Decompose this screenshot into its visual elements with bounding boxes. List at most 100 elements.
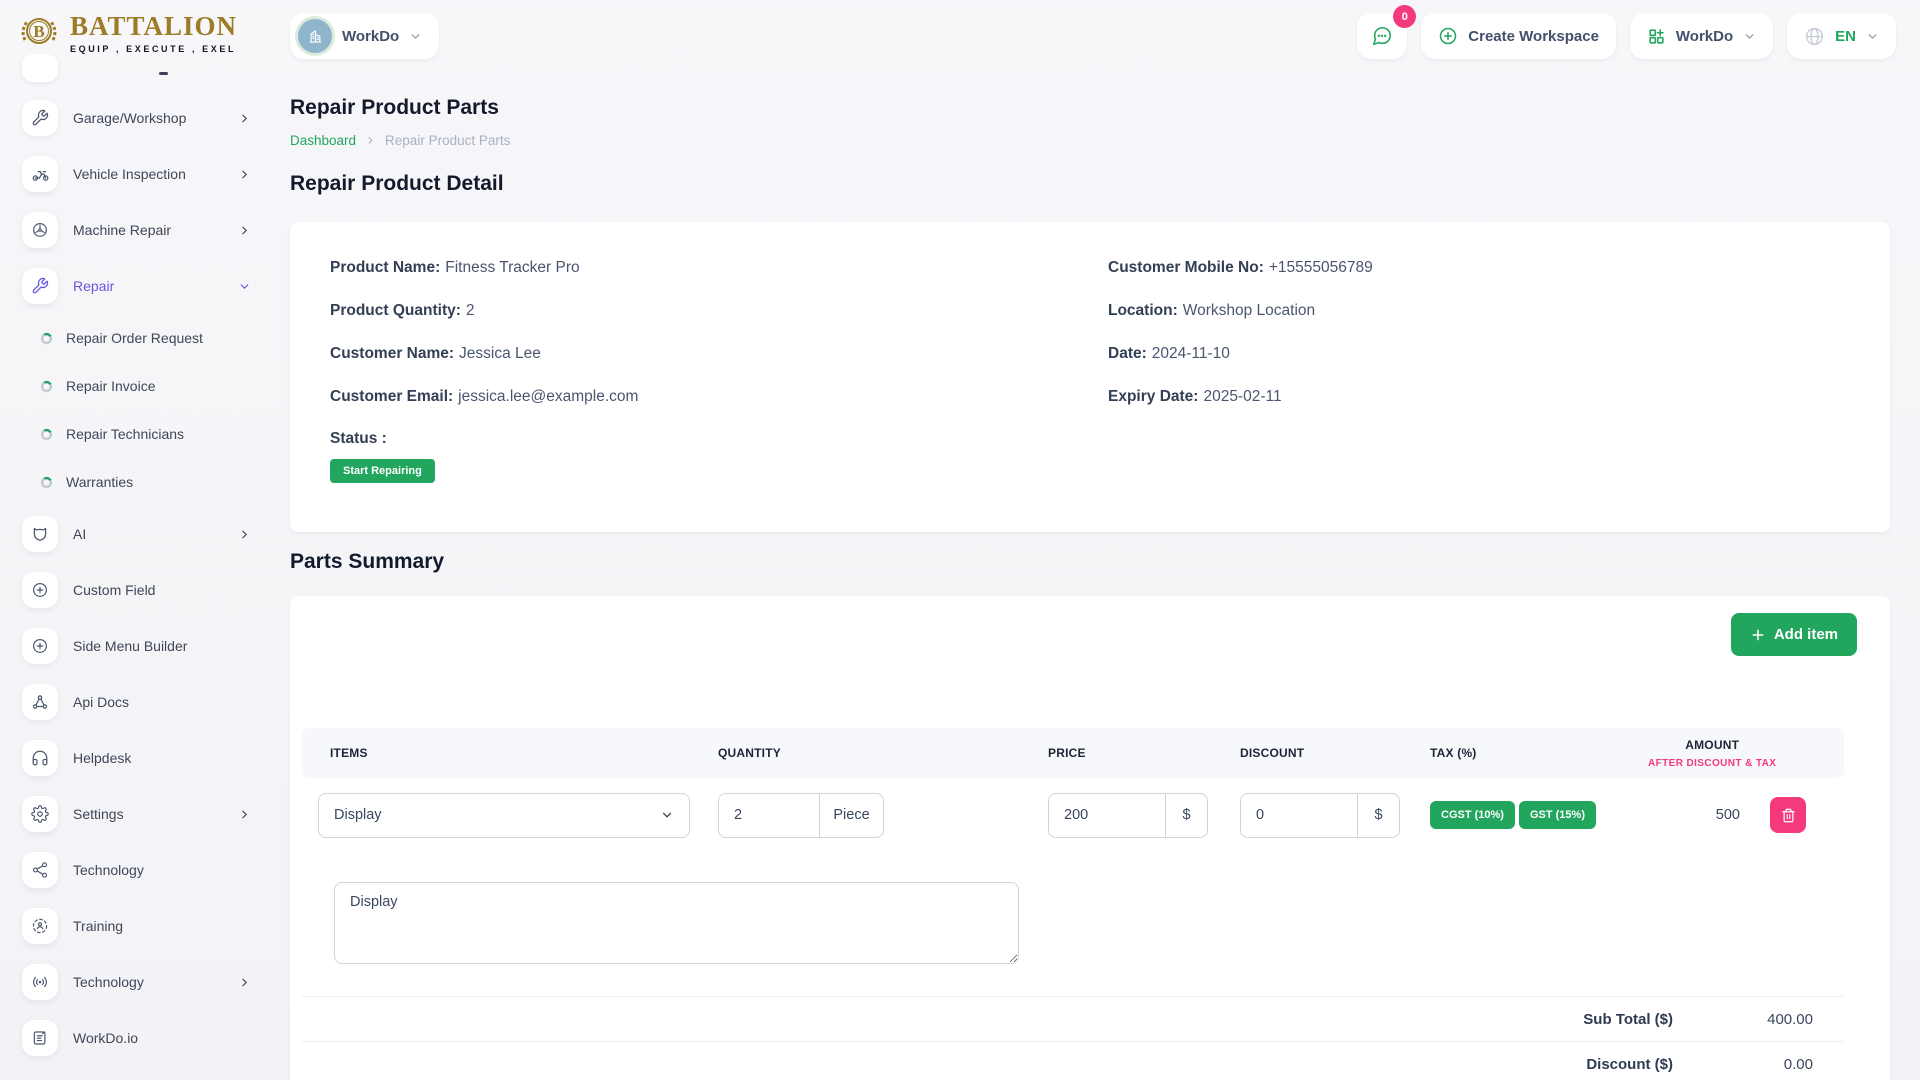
discount-input[interactable] <box>1241 794 1357 837</box>
chevron-down-icon <box>238 280 251 293</box>
repair-product-detail-card: Product Name:Fitness Tracker Pro Product… <box>290 222 1890 532</box>
sidebar-item-machine-repair[interactable]: Machine Repair <box>0 202 273 258</box>
sidebar-item-api-docs[interactable]: Api Docs <box>0 674 273 730</box>
sidebar-item-helpdesk[interactable]: Helpdesk <box>0 730 273 786</box>
chat-icon <box>1371 25 1393 47</box>
globe-icon <box>1804 26 1825 47</box>
status-label: Status : <box>330 430 1108 448</box>
chevron-right-icon <box>238 224 251 237</box>
machine-fan-icon <box>22 212 58 248</box>
sidebar-item-settings[interactable]: Settings <box>0 786 273 842</box>
parts-summary-heading: Parts Summary <box>290 550 444 574</box>
sidebar-item-technology[interactable]: Technology <box>0 842 273 898</box>
breadcrumb-dashboard-link[interactable]: Dashboard <box>290 133 356 148</box>
start-repairing-button[interactable]: Start Repairing <box>330 459 435 483</box>
plus-circle-icon <box>22 628 58 664</box>
sidebar-subitem-warranties[interactable]: Warranties <box>0 458 273 506</box>
parts-table-header: ITEMS QUANTITY PRICE DISCOUNT TAX (%) AM… <box>302 728 1844 778</box>
broadcast-icon <box>22 964 58 1000</box>
workspace-switcher[interactable]: WorkDo <box>290 13 439 59</box>
discount-total-row: Discount ($) 0.00 <box>302 1041 1844 1080</box>
sidebar-item-vehicle-inspection[interactable]: Vehicle Inspection <box>0 146 273 202</box>
sidebar-item-garage-workshop[interactable]: Garage/Workshop <box>0 90 273 146</box>
tax-badge-gst: GST (15%) <box>1519 801 1596 829</box>
sidebar-item-partial[interactable] <box>22 54 58 82</box>
sidebar-item-repair[interactable]: Repair <box>0 258 273 314</box>
sidebar-item-label: Side Menu Builder <box>73 638 251 654</box>
trash-icon <box>1781 808 1796 823</box>
brand-name: BATTALION <box>70 13 237 40</box>
breadcrumb: Dashboard Repair Product Parts <box>290 133 510 148</box>
detail-field: Product Name:Fitness Tracker Pro <box>330 258 1108 278</box>
sidebar-subitem-repair-invoice[interactable]: Repair Invoice <box>0 362 273 410</box>
donut-bullet-icon <box>40 332 53 345</box>
plus-circle-icon <box>1438 26 1458 46</box>
language-code: EN <box>1835 28 1856 45</box>
sidebar-item-label: Api Docs <box>73 694 251 710</box>
sidebar-item-technology-2[interactable]: Technology <box>0 954 273 1010</box>
delete-row-button[interactable] <box>1770 797 1806 833</box>
messages-button[interactable]: 0 <box>1357 13 1407 59</box>
share-nodes-icon <box>22 684 58 720</box>
chevron-down-icon <box>660 808 674 822</box>
create-workspace-button[interactable]: Create Workspace <box>1421 13 1616 59</box>
motorcycle-icon <box>22 156 58 192</box>
add-item-button[interactable]: Add item <box>1731 613 1857 656</box>
sidebar-item-label: Training <box>73 918 251 934</box>
sidebar-item-ai[interactable]: AI <box>0 506 273 562</box>
donut-bullet-icon <box>40 380 53 393</box>
page-title: Repair Product Parts <box>290 96 499 120</box>
detail-field: Customer Email:jessica.lee@example.com <box>330 387 1108 407</box>
sidebar-subitem-repair-order-request[interactable]: Repair Order Request <box>0 314 273 362</box>
headphones-icon <box>22 740 58 776</box>
price-currency: $ <box>1165 794 1207 837</box>
sidebar-item-label: Helpdesk <box>73 750 251 766</box>
person-dashed-circle-icon <box>22 908 58 944</box>
item-select[interactable]: Display <box>318 793 690 838</box>
price-input[interactable] <box>1049 794 1165 837</box>
chevron-down-icon <box>1743 30 1756 43</box>
quantity-group: Piece <box>718 793 884 838</box>
breadcrumb-current: Repair Product Parts <box>385 133 510 148</box>
svg-text:B: B <box>33 22 44 41</box>
price-group: $ <box>1048 793 1208 838</box>
detail-field: Location:Workshop Location <box>1108 301 1850 321</box>
hub-icon <box>22 852 58 888</box>
quantity-input[interactable] <box>719 794 819 837</box>
sidebar-item-label: Technology <box>73 974 238 990</box>
sidebar-subitem-repair-technicians[interactable]: Repair Technicians <box>0 410 273 458</box>
language-selector[interactable]: EN <box>1787 13 1896 59</box>
detail-field: Customer Mobile No:+15555056789 <box>1108 258 1850 278</box>
sidebar-item-label: WorkDo.io <box>73 1030 251 1046</box>
item-description-textarea[interactable]: Display <box>334 882 1019 964</box>
workdo-apps-button[interactable]: WorkDo <box>1630 13 1773 59</box>
sidebar-partial-dash <box>159 72 168 75</box>
sidebar-item-label: Repair <box>73 278 238 294</box>
gear-icon <box>22 796 58 832</box>
sidebar-item-custom-field[interactable]: Custom Field <box>0 562 273 618</box>
wrench-icon <box>22 268 58 304</box>
create-workspace-label: Create Workspace <box>1468 28 1599 45</box>
totals-section: Sub Total ($) 400.00 Discount ($) 0.00 <box>302 996 1844 1080</box>
detail-left-column: Product Name:Fitness Tracker Pro Product… <box>330 258 1108 483</box>
chevron-down-icon <box>409 30 422 43</box>
detail-field: Expiry Date:2025-02-11 <box>1108 387 1850 407</box>
sidebar-item-workdo-io[interactable]: WorkDo.io <box>0 1010 273 1066</box>
sidebar-item-label: Garage/Workshop <box>73 110 238 126</box>
tax-badge-cgst: CGST (10%) <box>1430 801 1515 829</box>
parts-summary-card: Add item ITEMS QUANTITY PRICE DISCOUNT T… <box>290 596 1890 1080</box>
workspace-name: WorkDo <box>342 28 399 45</box>
workdo-apps-label: WorkDo <box>1676 28 1733 45</box>
sidebar-item-side-menu-builder[interactable]: Side Menu Builder <box>0 618 273 674</box>
detail-field: Product Quantity:2 <box>330 301 1108 321</box>
subtotal-row: Sub Total ($) 400.00 <box>302 996 1844 1041</box>
column-quantity: QUANTITY <box>706 746 1036 760</box>
sidebar-item-training[interactable]: Training <box>0 898 273 954</box>
mask-icon <box>22 516 58 552</box>
column-price: PRICE <box>1036 746 1228 760</box>
chevron-right-icon <box>238 808 251 821</box>
donut-bullet-icon <box>40 428 53 441</box>
grid-plus-icon <box>1647 27 1666 46</box>
chevron-down-icon <box>1866 30 1879 43</box>
chevron-right-icon <box>238 976 251 989</box>
